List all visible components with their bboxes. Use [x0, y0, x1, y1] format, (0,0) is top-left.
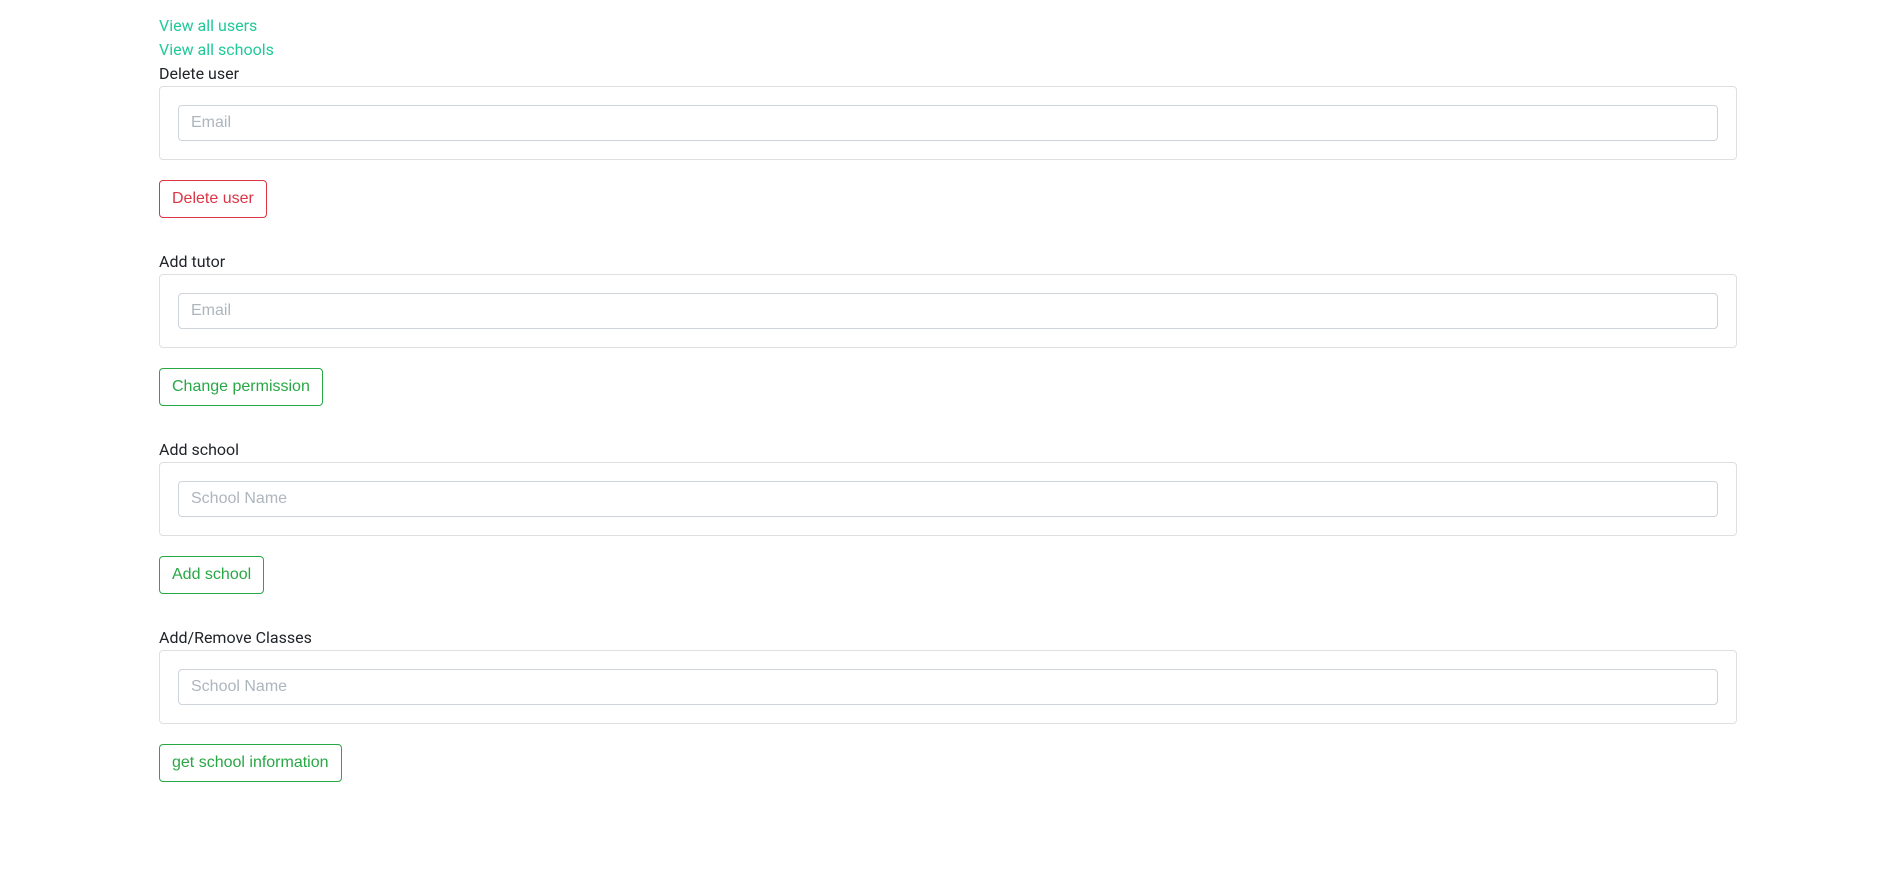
classes-school-name-input[interactable] — [178, 669, 1718, 705]
add-remove-classes-card — [159, 650, 1737, 724]
add-remove-classes-label: Add/Remove Classes — [159, 626, 1737, 650]
delete-user-label: Delete user — [159, 62, 1737, 86]
delete-user-button[interactable]: Delete user — [159, 180, 267, 218]
change-permission-button[interactable]: Change permission — [159, 368, 323, 406]
get-school-information-button[interactable]: get school information — [159, 744, 342, 782]
add-tutor-label: Add tutor — [159, 250, 1737, 274]
add-tutor-card — [159, 274, 1737, 348]
add-school-name-input[interactable] — [178, 481, 1718, 517]
view-all-schools-link[interactable]: View all schools — [159, 38, 1737, 62]
delete-user-email-input[interactable] — [178, 105, 1718, 141]
add-tutor-email-input[interactable] — [178, 293, 1718, 329]
add-school-button[interactable]: Add school — [159, 556, 264, 594]
add-school-card — [159, 462, 1737, 536]
add-school-label: Add school — [159, 438, 1737, 462]
delete-user-card — [159, 86, 1737, 160]
view-all-users-link[interactable]: View all users — [159, 14, 1737, 38]
